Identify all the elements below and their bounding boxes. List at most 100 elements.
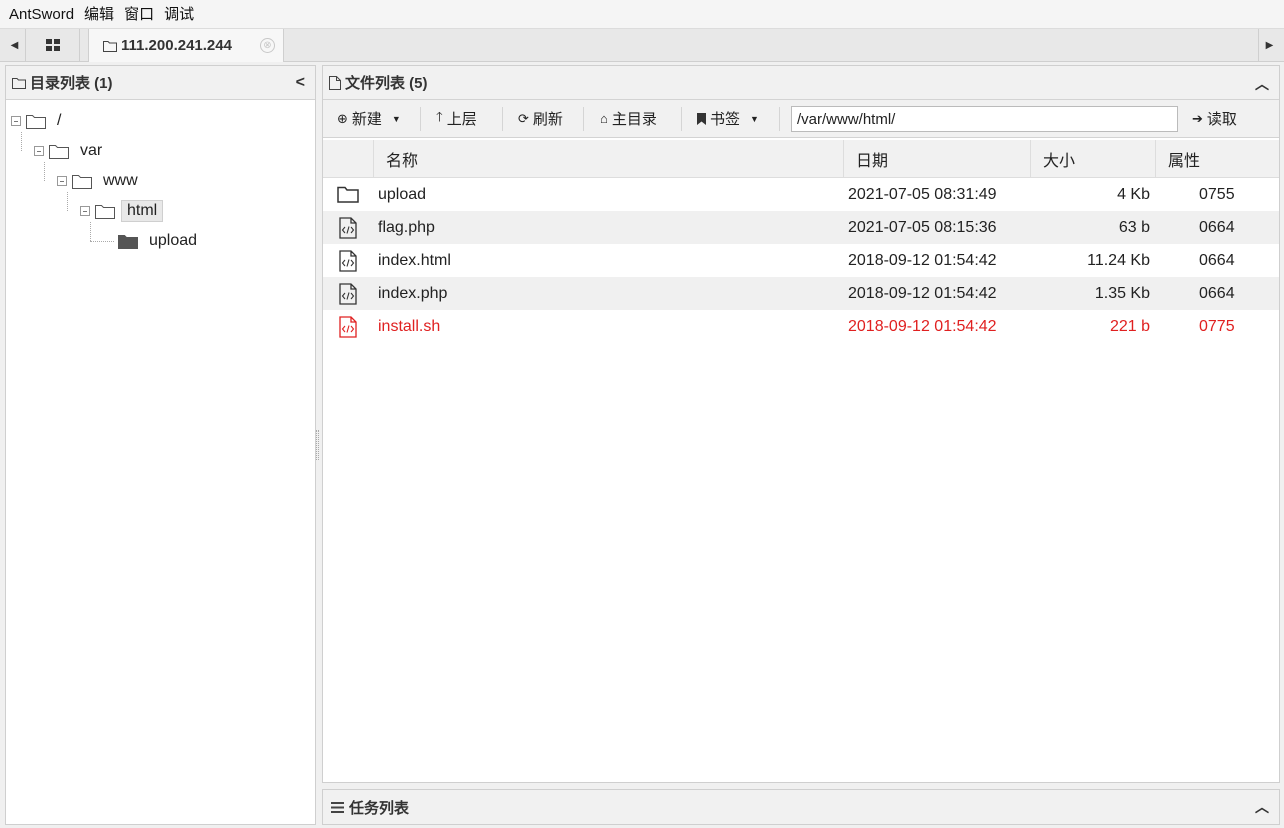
tree-connector (90, 241, 114, 242)
home-button[interactable]: ⌂ 主目录 (600, 100, 657, 137)
folder-icon (95, 204, 115, 219)
file-date: 2018-09-12 01:54:42 (848, 284, 997, 302)
collapse-up-icon[interactable]: ︿ (1255, 74, 1269, 94)
expand-up-icon[interactable]: ︿ (1255, 797, 1269, 817)
column-header-date[interactable]: 日期 (844, 140, 1031, 178)
tree-connector (90, 222, 91, 241)
column-header-name[interactable]: 名称 (374, 140, 844, 178)
tree-node[interactable]: var (34, 140, 107, 162)
file-row[interactable]: index.php 2018-09-12 01:54:42 1.35 Kb 0664 (323, 277, 1279, 310)
folder-icon (72, 174, 92, 189)
tab-home[interactable] (26, 29, 80, 61)
tree-node-label[interactable]: upload (144, 231, 202, 251)
file-icon (329, 75, 341, 90)
tree-node-label[interactable]: www (98, 171, 143, 191)
toolbar-divider (420, 107, 421, 131)
toolbar-divider (779, 107, 780, 131)
code-file-icon (339, 315, 357, 338)
refresh-button-label: 刷新 (532, 111, 563, 128)
column-header-perm[interactable]: 属性 (1156, 140, 1279, 178)
file-row[interactable]: upload 2021-07-05 08:31:49 4 Kb 0755 (323, 178, 1279, 211)
file-name: install.sh (378, 317, 441, 335)
task-panel[interactable]: 任务列表 ︿ (322, 789, 1280, 825)
file-date: 2021-07-05 08:15:36 (848, 218, 997, 236)
plus-circle-icon: ⊕ (337, 110, 348, 126)
folder-icon (337, 186, 359, 203)
new-button[interactable]: ⊕ 新建 ▼ (337, 100, 401, 137)
toolbar-divider (681, 107, 682, 131)
toolbar-divider (583, 107, 584, 131)
menu-antsword[interactable]: AntSword (4, 0, 79, 29)
home-button-label: 主目录 (611, 111, 657, 128)
file-row-icon-cell (337, 178, 359, 211)
file-row[interactable]: index.html 2018-09-12 01:54:42 11.24 Kb 066… (323, 244, 1279, 277)
tab-bar: ◀ 111.200.241.244 ⊗ ▶ (0, 29, 1284, 62)
home-icon: ⌂ (600, 111, 608, 126)
code-file-icon (339, 216, 357, 239)
tab-close-icon[interactable]: ⊗ (260, 38, 275, 53)
column-header-icon (323, 140, 374, 178)
file-panel-header: 文件列表 (5) ︿ (323, 66, 1279, 100)
tab-host[interactable]: 111.200.241.244 ⊗ (88, 29, 284, 62)
code-file-icon (339, 249, 357, 272)
arrow-up-icon: 🡑 (436, 108, 443, 124)
tab-scroll-right-icon[interactable]: ▶ (1258, 29, 1280, 61)
file-row[interactable]: flag.php 2021-07-05 08:15:36 63 b 0664 (323, 211, 1279, 244)
file-size: 11.24 Kb (1087, 251, 1150, 269)
tree-node[interactable]: upload (103, 230, 202, 252)
up-button-label: 上层 (446, 111, 477, 128)
menu-debug[interactable]: 调试 (159, 0, 199, 29)
folder-icon (49, 144, 69, 159)
folder-icon (26, 114, 46, 129)
bookmark-icon (697, 112, 706, 125)
bookmark-button-label: 书签 (710, 111, 741, 128)
collapse-left-icon[interactable]: < (296, 74, 305, 92)
grid-icon (45, 39, 60, 51)
folder-icon (12, 77, 26, 89)
read-button[interactable]: ➔ 读取 (1192, 100, 1237, 137)
bookmark-button[interactable]: 书签 ▼ (697, 100, 759, 137)
arrow-right-icon: ➔ (1192, 110, 1203, 126)
tab-scroll-left-icon[interactable]: ◀ (4, 29, 26, 61)
path-input[interactable] (791, 106, 1178, 132)
code-file-icon (339, 282, 357, 305)
file-row[interactable]: install.sh 2018-09-12 01:54:42 221 b 0775 (323, 310, 1279, 343)
file-row-icon-cell (337, 244, 359, 277)
file-row-icon-cell (337, 310, 359, 343)
file-size: 63 b (1118, 218, 1150, 236)
toolbar-divider (502, 107, 503, 131)
file-name: index.html (378, 251, 451, 269)
panel-splitter[interactable] (316, 430, 319, 460)
collapse-toggle-icon[interactable] (57, 176, 67, 186)
file-toolbar: ⊕ 新建 ▼ 🡑 上层 ⟳ 刷新 ⌂ 主目录 书签 ▼ ➔ 读取 (323, 100, 1279, 138)
file-date: 2018-09-12 01:54:42 (848, 317, 997, 335)
tab-host-label: 111.200.241.244 (121, 37, 232, 54)
tree-node-label[interactable]: html (121, 200, 164, 222)
collapse-toggle-icon[interactable] (11, 116, 21, 126)
file-grid-header: 名称 日期 大小 属性 (323, 140, 1279, 178)
read-button-label: 读取 (1206, 111, 1237, 128)
file-permissions: 0775 (1199, 317, 1235, 335)
collapse-toggle-icon[interactable] (80, 206, 90, 216)
refresh-button[interactable]: ⟳ 刷新 (518, 100, 563, 137)
list-icon (331, 801, 344, 813)
file-permissions: 0755 (1199, 185, 1235, 203)
tree-node[interactable]: / (11, 110, 66, 132)
task-panel-title: 任务列表 (349, 799, 410, 817)
tree-node-label[interactable]: var (75, 141, 107, 161)
tree-node[interactable]: www (57, 170, 143, 192)
refresh-icon: ⟳ (518, 110, 529, 126)
folder-icon (118, 234, 138, 249)
menu-window[interactable]: 窗口 (119, 0, 159, 29)
tree-node[interactable]: html (80, 200, 164, 222)
menu-edit[interactable]: 编辑 (79, 0, 119, 29)
tree-connector (44, 162, 45, 181)
column-header-size[interactable]: 大小 (1031, 140, 1156, 178)
file-size: 1.35 Kb (1094, 284, 1150, 302)
tree-node-label[interactable]: / (52, 111, 66, 131)
up-button[interactable]: 🡑 上层 (436, 100, 477, 137)
file-permissions: 0664 (1199, 218, 1235, 236)
collapse-toggle-icon[interactable] (34, 146, 44, 156)
directory-panel: 目录列表 (1) < / var www html upload (5, 65, 316, 825)
file-panel-title: 文件列表 (5) (345, 75, 428, 92)
